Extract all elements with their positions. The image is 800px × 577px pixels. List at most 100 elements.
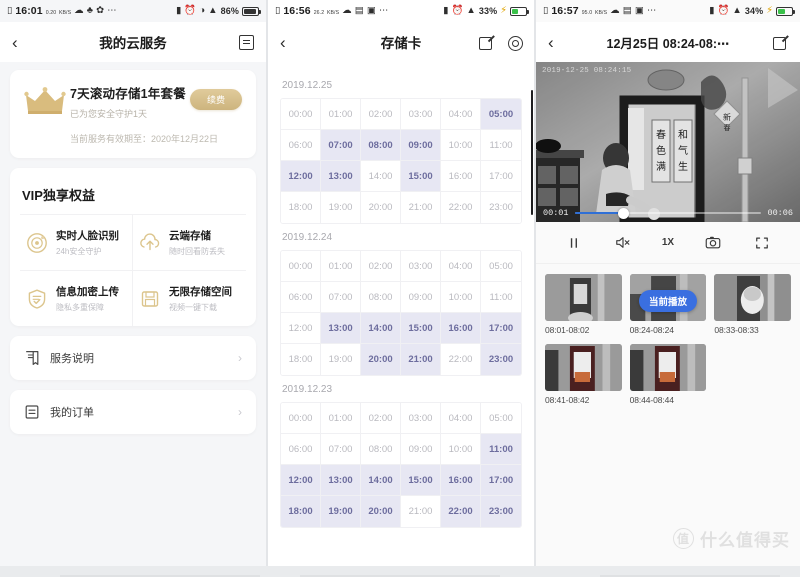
hour-cell[interactable]: 05:00 [481,403,521,434]
hour-cell-active[interactable]: 23:00 [481,496,521,527]
row-service-description[interactable]: 服务说明 › [10,336,256,380]
video-seek-row[interactable]: 00:01 00:06 [536,207,800,219]
hour-cell[interactable]: 10:00 [441,130,481,161]
vip-item-unlimited-storage[interactable]: 无限存储空间 视频一键下载 [133,271,246,326]
hour-cell[interactable]: 04:00 [441,251,481,282]
hour-cell[interactable]: 12:00 [281,313,321,344]
hour-cell-active[interactable]: 15:00 [401,313,441,344]
back-button[interactable]: ‹ [548,34,554,51]
vip-item-face-recognition[interactable]: 实时人脸识别 24h安全守护 [20,215,133,271]
scrollbar[interactable] [530,90,533,215]
hour-cell[interactable]: 02:00 [361,99,401,130]
hour-cell[interactable]: 08:00 [361,434,401,465]
hour-cell-active[interactable]: 20:00 [361,496,401,527]
hour-cell-active[interactable]: 05:00 [481,99,521,130]
hour-cell[interactable]: 06:00 [281,282,321,313]
gear-icon[interactable] [507,35,523,51]
back-button[interactable]: ‹ [12,34,18,51]
hour-cell-active[interactable]: 23:00 [481,344,521,375]
renew-button[interactable]: 续费 [190,89,242,110]
hour-cell[interactable]: 00:00 [281,99,321,130]
hour-cell-active[interactable]: 12:00 [281,465,321,496]
edit-icon[interactable] [479,35,494,50]
hour-cell[interactable]: 01:00 [321,403,361,434]
hour-cell[interactable]: 17:00 [481,161,521,192]
hour-cell[interactable]: 00:00 [281,251,321,282]
hour-cell-active[interactable]: 17:00 [481,313,521,344]
hour-cell[interactable]: 00:00 [281,403,321,434]
vip-item-encrypted-upload[interactable]: 信息加密上传 隐私多重保障 [20,271,133,326]
clip-thumbnail[interactable]: 08:01-08:02 [545,274,622,335]
hour-cell-active[interactable]: 15:00 [401,161,441,192]
hour-cell[interactable]: 23:00 [481,192,521,223]
hour-cell-active[interactable]: 11:00 [481,434,521,465]
hour-cell[interactable]: 14:00 [361,161,401,192]
fullscreen-icon[interactable] [752,233,772,253]
hour-cell[interactable]: 18:00 [281,344,321,375]
hour-cell-active[interactable]: 14:00 [361,313,401,344]
back-button[interactable]: ‹ [280,34,286,51]
vip-item-cloud-storage[interactable]: 云端存储 随时回看防丢失 [133,215,246,271]
hour-cell[interactable]: 08:00 [361,282,401,313]
hour-cell-active[interactable]: 13:00 [321,465,361,496]
hour-cell[interactable]: 16:00 [441,161,481,192]
list-box-icon[interactable] [239,34,254,50]
hour-cell-active[interactable]: 09:00 [401,130,441,161]
hour-cell[interactable]: 09:00 [401,434,441,465]
hour-cell[interactable]: 06:00 [281,434,321,465]
edit-icon[interactable] [773,35,788,50]
hour-cell[interactable]: 18:00 [281,192,321,223]
hour-cell[interactable]: 11:00 [481,282,521,313]
hour-cell[interactable]: 10:00 [441,282,481,313]
hour-cell[interactable]: 04:00 [441,403,481,434]
hour-cell-active[interactable]: 07:00 [321,130,361,161]
clip-thumbnail[interactable]: 08:44-08:44 [629,344,707,405]
hour-cell[interactable]: 19:00 [321,192,361,223]
row-my-orders[interactable]: 我的订单 › [10,390,256,434]
pause-icon[interactable] [564,233,584,253]
hour-cell[interactable]: 22:00 [441,192,481,223]
hour-cell[interactable]: 10:00 [441,434,481,465]
hour-cell-active[interactable]: 14:00 [361,465,401,496]
speed-icon[interactable]: 1X [662,233,674,253]
hour-cell-active[interactable]: 16:00 [441,313,481,344]
video-progress-knob[interactable] [617,207,629,219]
hour-cell[interactable]: 19:00 [321,344,361,375]
mute-icon[interactable] [613,233,633,253]
hour-cell-active[interactable]: 15:00 [401,465,441,496]
hour-cell[interactable]: 22:00 [441,344,481,375]
hour-cell[interactable]: 11:00 [481,130,521,161]
hour-cell-active[interactable]: 13:00 [321,313,361,344]
hour-cell-active[interactable]: 13:00 [321,161,361,192]
clip-thumbnail[interactable]: 08:41-08:42 [545,344,622,405]
hour-cell-active[interactable]: 16:00 [441,465,481,496]
snapshot-icon[interactable] [703,233,723,253]
hour-cell[interactable]: 03:00 [401,251,441,282]
video-player[interactable]: 春 色 满 和 气 生 新 春 2019-12-25 08:24:15 00:0… [536,62,800,222]
hour-cell-active[interactable]: 08:00 [361,130,401,161]
clip-thumbnail[interactable]: 08:33-08:33 [714,274,791,335]
hour-cell[interactable]: 05:00 [481,251,521,282]
hour-cell[interactable]: 06:00 [281,130,321,161]
hour-cell[interactable]: 02:00 [361,251,401,282]
hour-cell[interactable]: 20:00 [361,192,401,223]
hour-cell[interactable]: 03:00 [401,403,441,434]
hour-cell[interactable]: 07:00 [321,282,361,313]
hour-cell-active[interactable]: 17:00 [481,465,521,496]
hour-cell-active[interactable]: 18:00 [281,496,321,527]
hour-cell[interactable]: 01:00 [321,251,361,282]
video-progress-bar[interactable] [574,207,762,219]
hour-cell[interactable]: 01:00 [321,99,361,130]
hour-cell[interactable]: 21:00 [401,192,441,223]
hour-cell-active[interactable]: 20:00 [361,344,401,375]
clip-thumbnail[interactable]: 当前播放 08:24-08:24 [629,274,707,335]
hour-cell[interactable]: 09:00 [401,282,441,313]
hour-cell-active[interactable]: 19:00 [321,496,361,527]
hour-cell[interactable]: 03:00 [401,99,441,130]
hour-cell[interactable]: 02:00 [361,403,401,434]
hour-cell-active[interactable]: 22:00 [441,496,481,527]
hour-cell-active[interactable]: 12:00 [281,161,321,192]
hour-cell[interactable]: 21:00 [401,496,441,527]
hour-cell[interactable]: 07:00 [321,434,361,465]
hour-cell[interactable]: 04:00 [441,99,481,130]
